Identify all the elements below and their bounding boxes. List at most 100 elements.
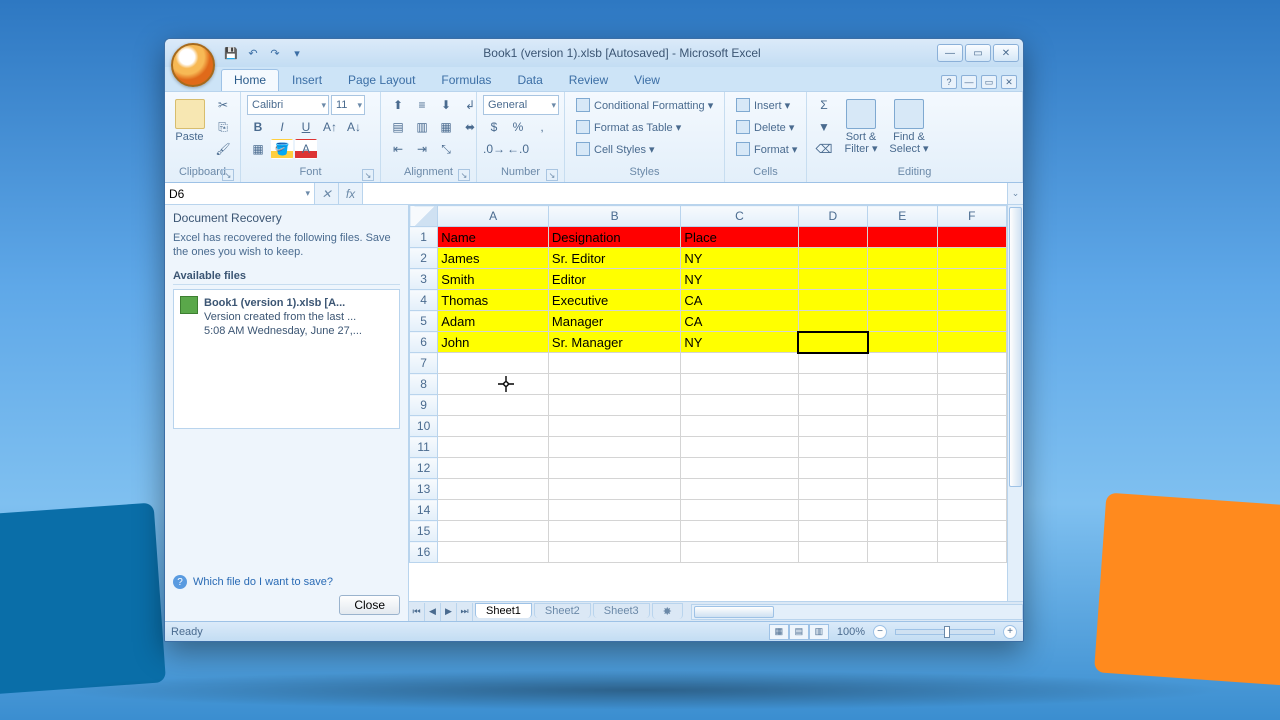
cell[interactable] <box>798 353 867 374</box>
grow-font-icon[interactable]: A↑ <box>319 117 341 137</box>
expand-formula-bar-icon[interactable]: ⌄ <box>1007 183 1023 204</box>
cell[interactable]: NY <box>681 332 798 353</box>
cell[interactable] <box>681 374 798 395</box>
row-header[interactable]: 3 <box>410 269 438 290</box>
cell[interactable] <box>548 500 680 521</box>
cell[interactable] <box>868 416 937 437</box>
cell[interactable]: Adam <box>438 311 549 332</box>
zoom-out-button[interactable]: − <box>873 625 887 639</box>
cell[interactable] <box>937 290 1007 311</box>
cell[interactable] <box>681 437 798 458</box>
paste-button[interactable]: Paste <box>171 95 208 143</box>
cell[interactable] <box>937 332 1007 353</box>
row-header[interactable]: 11 <box>410 437 438 458</box>
cell[interactable]: Editor <box>548 269 680 290</box>
col-header-b[interactable]: B <box>548 206 680 227</box>
minimize-button[interactable]: — <box>937 44 963 62</box>
cell[interactable] <box>798 458 867 479</box>
delete-cells-button[interactable]: Delete ▾ <box>731 117 802 137</box>
cell[interactable] <box>868 290 937 311</box>
cell[interactable] <box>438 479 549 500</box>
cell[interactable] <box>438 416 549 437</box>
undo-icon[interactable]: ↶ <box>243 43 263 63</box>
cell[interactable] <box>937 248 1007 269</box>
cell[interactable] <box>937 521 1007 542</box>
tab-data[interactable]: Data <box>504 69 555 91</box>
cell[interactable] <box>798 332 867 353</box>
tab-formulas[interactable]: Formulas <box>428 69 504 91</box>
cell[interactable] <box>937 542 1007 563</box>
cell[interactable] <box>868 542 937 563</box>
italic-button[interactable]: I <box>271 117 293 137</box>
cell[interactable]: Place <box>681 227 798 248</box>
row-header[interactable]: 1 <box>410 227 438 248</box>
cell[interactable]: Sr. Manager <box>548 332 680 353</box>
format-as-table-button[interactable]: Format as Table ▾ <box>571 117 718 137</box>
comma-icon[interactable]: , <box>531 117 553 137</box>
font-size-combo[interactable]: 11 <box>331 95 365 115</box>
sheet-nav-first-icon[interactable]: ⏮ <box>409 603 425 621</box>
col-header-d[interactable]: D <box>798 206 867 227</box>
workbook-close-button[interactable]: ✕ <box>1001 75 1017 89</box>
horizontal-scrollbar[interactable] <box>691 604 1023 620</box>
cell[interactable] <box>798 416 867 437</box>
workbook-minimize-button[interactable]: — <box>961 75 977 89</box>
maximize-button[interactable]: ▭ <box>965 44 991 62</box>
row-header[interactable]: 10 <box>410 416 438 437</box>
cell[interactable] <box>798 374 867 395</box>
cell[interactable]: CA <box>681 290 798 311</box>
cell[interactable] <box>681 353 798 374</box>
cell[interactable]: Thomas <box>438 290 549 311</box>
cell[interactable] <box>868 269 937 290</box>
cell[interactable] <box>681 458 798 479</box>
row-header[interactable]: 2 <box>410 248 438 269</box>
cell[interactable] <box>438 437 549 458</box>
zoom-in-button[interactable]: + <box>1003 625 1017 639</box>
cell[interactable] <box>868 437 937 458</box>
cell[interactable] <box>548 395 680 416</box>
sheet-tab-1[interactable]: Sheet1 <box>475 603 532 618</box>
name-box[interactable]: D6 <box>165 183 315 204</box>
row-header[interactable]: 13 <box>410 479 438 500</box>
row-header[interactable]: 5 <box>410 311 438 332</box>
fill-color-icon[interactable]: 🪣 <box>271 139 293 159</box>
row-header[interactable]: 4 <box>410 290 438 311</box>
font-dialog-icon[interactable]: ↘ <box>362 169 374 181</box>
cell[interactable] <box>937 479 1007 500</box>
tab-page-layout[interactable]: Page Layout <box>335 69 428 91</box>
clear-icon[interactable]: ⌫ <box>813 139 835 159</box>
vertical-scrollbar[interactable] <box>1007 205 1023 601</box>
align-right-icon[interactable]: ▦ <box>435 117 457 137</box>
cell[interactable] <box>798 542 867 563</box>
cell[interactable] <box>681 500 798 521</box>
row-header[interactable]: 8 <box>410 374 438 395</box>
recovered-file-item[interactable]: Book1 (version 1).xlsb [A... Version cre… <box>178 294 395 341</box>
conditional-formatting-button[interactable]: Conditional Formatting ▾ <box>571 95 718 115</box>
cell[interactable] <box>798 269 867 290</box>
cell[interactable] <box>798 227 867 248</box>
select-all-corner[interactable] <box>410 206 438 227</box>
cell[interactable] <box>798 437 867 458</box>
cell[interactable] <box>548 437 680 458</box>
sheet-nav-prev-icon[interactable]: ◀ <box>425 603 441 621</box>
cell[interactable]: Executive <box>548 290 680 311</box>
cell[interactable] <box>548 374 680 395</box>
cell[interactable] <box>937 395 1007 416</box>
cancel-formula-icon[interactable]: ✕ <box>315 183 339 204</box>
cell[interactable] <box>798 248 867 269</box>
cell[interactable] <box>937 458 1007 479</box>
cell[interactable] <box>548 479 680 500</box>
insert-sheet-icon[interactable]: ✸ <box>652 603 683 619</box>
decrease-indent-icon[interactable]: ⇤ <box>387 139 409 159</box>
cell[interactable] <box>937 353 1007 374</box>
fill-icon[interactable]: ▼ <box>813 117 835 137</box>
format-cells-button[interactable]: Format ▾ <box>731 139 802 159</box>
font-color-icon[interactable]: A <box>295 139 317 159</box>
cell[interactable] <box>798 395 867 416</box>
redo-icon[interactable]: ↷ <box>265 43 285 63</box>
autosum-icon[interactable]: Σ <box>813 95 835 115</box>
save-icon[interactable]: 💾 <box>221 43 241 63</box>
close-button[interactable]: ✕ <box>993 44 1019 62</box>
decrease-decimal-icon[interactable]: ←.0 <box>507 139 529 159</box>
align-top-icon[interactable]: ⬆ <box>387 95 409 115</box>
